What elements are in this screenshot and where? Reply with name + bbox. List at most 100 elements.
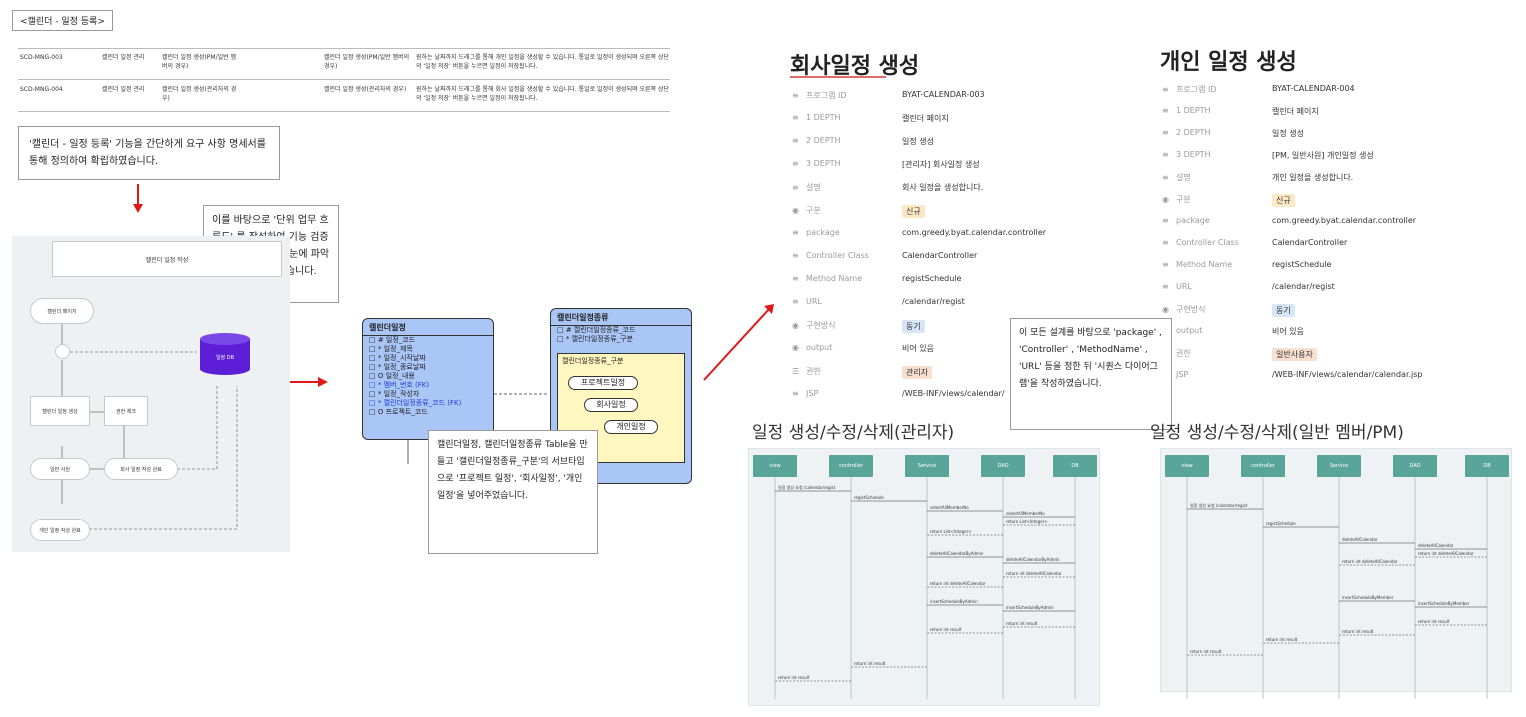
lifeline-head: DAO bbox=[1393, 455, 1437, 477]
property-key: ≡ URL bbox=[1162, 282, 1192, 291]
property-value: 동기 bbox=[1272, 304, 1295, 317]
entity-calendar-schedule: 캘린더일정 □ # 일정_코드 □ * 일정_제목 □ * 일정_시작날짜 □ * 일… bbox=[362, 318, 494, 440]
entity-field: □ * 일정_시작날짜 bbox=[369, 354, 426, 362]
property-value: 비어 있음 bbox=[902, 344, 934, 353]
table-row: SCD-MNG-004 캘린더 일정 관리 캘린더 일정 생성(관리자의 경우)… bbox=[18, 80, 670, 112]
property-value: 일정 생성 bbox=[902, 137, 934, 146]
property-key: ≡ 설명 bbox=[792, 183, 821, 192]
property-key: ≡ package bbox=[1162, 216, 1210, 225]
seq-message: return int result bbox=[1266, 637, 1298, 642]
property-value: BYAT-CALENDAR-004 bbox=[1272, 84, 1355, 93]
entity-title: 캘린더일정 bbox=[363, 319, 493, 336]
property-key: ◉ 구분 bbox=[1162, 195, 1191, 204]
seq-left-diagram: view controller Service DAO DB 일정 생성 요청 /cale… bbox=[748, 448, 1100, 706]
note-requirements: '캘린더 - 일정 등록' 기능을 간단하게 요구 사항 명세서를 통해 정의하… bbox=[18, 126, 280, 180]
property-icon: ≡ bbox=[792, 274, 799, 283]
property-value: com.greedy.byat.calendar.controller bbox=[1272, 216, 1417, 225]
req-id: SCD-MNG-004 bbox=[20, 86, 63, 93]
property-value: 일정 생성 bbox=[1272, 129, 1304, 138]
table-row: SCD-MNG-003 캘린더 일정 관리 캘린더 일정 생성(PM/일반 멤버… bbox=[18, 48, 670, 80]
property-icon: ◉ bbox=[1162, 195, 1169, 204]
property-value: registSchedule bbox=[1272, 260, 1332, 269]
database-label: 일정 DB bbox=[215, 355, 235, 361]
seq-message: 일정 생성 요청 /calendar/regist bbox=[778, 485, 836, 490]
lifeline-head: controller bbox=[829, 455, 873, 477]
lifeline-head: controller bbox=[1241, 455, 1285, 477]
page-root: <캘린더 - 일정 등록> SCD-MNG-003 캘린더 일정 관리 캘린더 … bbox=[0, 0, 1526, 717]
note-sequence: 이 모든 설계를 바탕으로 'package' , 'Controller' ,… bbox=[1010, 318, 1172, 430]
property-icon: ≡ bbox=[792, 136, 799, 145]
seq-message: deleteAllCalendarByAdmin bbox=[1006, 557, 1060, 562]
property-icon: ◉ bbox=[792, 343, 799, 352]
seq-message: insertScheduleByAdmin bbox=[930, 599, 978, 604]
property-icon: ≡ bbox=[1162, 238, 1169, 247]
lifeline-head: view bbox=[753, 455, 797, 477]
lifeline-head: Service bbox=[905, 455, 949, 477]
property-value: [PM, 일반사원] 개인일정 생성 bbox=[1272, 151, 1374, 160]
property-icon: ≡ bbox=[792, 159, 799, 168]
entity-field: □ # 캘린더일정종류_코드 bbox=[557, 326, 636, 334]
entity-field: □ * 일정_제목 bbox=[369, 345, 413, 353]
property-value: [관리자] 회사일정 생성 bbox=[902, 160, 980, 169]
property-key: ≡ 프로그램 ID bbox=[1162, 85, 1217, 94]
property-icon: ≡ bbox=[792, 297, 799, 306]
property-key: ≡ 1 DEPTH bbox=[1162, 106, 1211, 115]
property-value: registSchedule bbox=[902, 274, 962, 283]
seq-message: deleteAllCalendarByAdmin bbox=[930, 551, 984, 556]
flow-node-personal-done: 개인 일정 작성 완료 bbox=[30, 519, 90, 541]
entity-field: □ * 캘린더일정종류_코드 (FK) bbox=[369, 399, 462, 407]
property-value: CalendarController bbox=[1272, 238, 1348, 247]
property-value: BYAT-CALENDAR-003 bbox=[902, 90, 985, 99]
flow-node-company-done: 회사 일정 작성 완료 bbox=[104, 458, 178, 480]
seq-message: registSchedule bbox=[1266, 521, 1296, 526]
property-value: /calendar/regist bbox=[1272, 282, 1335, 291]
lifeline-head: DAO bbox=[981, 455, 1025, 477]
property-key: ≡ 2 DEPTH bbox=[1162, 128, 1211, 137]
property-icon: ≡ bbox=[1162, 150, 1169, 159]
property-key: ≡ 설명 bbox=[1162, 173, 1191, 182]
req-func: 캘린더 일정 생성(PM/일반 멤버의 경우) bbox=[324, 54, 410, 70]
subtype-company: 회사일정 bbox=[584, 398, 638, 412]
subtype-personal: 개인일정 bbox=[604, 420, 658, 434]
lifeline-head: view bbox=[1165, 455, 1209, 477]
req-desc: 원하는 날짜까지 드래그를 통해 개인 일정을 생성할 수 있습니다. 통일로 … bbox=[416, 54, 670, 70]
req-desc: 원하는 날짜까지 드래그를 통해 회사 일정을 생성할 수 있습니다. 통일로 … bbox=[416, 86, 670, 102]
property-value: 일반사용자 bbox=[1272, 348, 1317, 361]
property-value: 신규 bbox=[1272, 194, 1295, 207]
subtype-title: 캘린더일정종류_구분 bbox=[562, 357, 624, 365]
flow-node-employee: 일반 사원 bbox=[30, 458, 90, 480]
property-key: ◉ 구분 bbox=[792, 206, 821, 215]
seq-message: return int deleteAllCalendar bbox=[1006, 571, 1062, 576]
property-icon: ◉ bbox=[792, 206, 799, 215]
seq-message: insertScheduleByMember bbox=[1418, 601, 1470, 606]
property-value: 관리자 bbox=[902, 366, 933, 379]
entity-field: □ * 멤버_번호 (FK) bbox=[369, 381, 430, 389]
seq-message: registSchedule bbox=[854, 495, 884, 500]
property-value: 신규 bbox=[902, 205, 925, 218]
property-value: 동기 bbox=[902, 320, 925, 333]
seq-message: return int deleteAllCalendar bbox=[1418, 551, 1474, 556]
property-icon: ≡ bbox=[1162, 260, 1169, 269]
lifeline-head: Service bbox=[1317, 455, 1361, 477]
seq-message: return int result bbox=[930, 627, 962, 632]
lifeline-head: DB bbox=[1465, 455, 1509, 477]
property-key: ≡ Controller Class bbox=[1162, 238, 1239, 247]
seq-right-diagram: view controller Service DAO DB 일정 생성 요청 /cale… bbox=[1160, 448, 1512, 699]
property-icon: ◉ bbox=[792, 321, 799, 330]
property-key: ≡ 1 DEPTH bbox=[792, 113, 841, 122]
property-value: 캘린더 페이지 bbox=[902, 114, 949, 123]
arrow-right-icon bbox=[290, 377, 328, 387]
property-value: /WEB-INF/views/calendar/ bbox=[902, 389, 1005, 398]
seq-message: selectAllMemberNo bbox=[1006, 511, 1045, 516]
seq-lines bbox=[1186, 475, 1488, 699]
property-key: ≡ 3 DEPTH bbox=[792, 159, 841, 168]
property-key: ≡ Method Name bbox=[1162, 260, 1233, 269]
lifeline-head: DB bbox=[1053, 455, 1097, 477]
property-value: 회사 일정을 생성합니다. bbox=[902, 183, 984, 192]
property-value: /WEB-INF/views/calendar/calendar.jsp bbox=[1272, 370, 1423, 379]
property-value: 개인 일정을 생성합니다. bbox=[1272, 173, 1354, 182]
seq-message: return int result bbox=[1190, 649, 1222, 654]
entity-field: □ * 캘린더일정종류_구분 bbox=[557, 335, 634, 343]
property-value: /calendar/regist bbox=[902, 297, 965, 306]
seq-message: 일정 생성 요청 /calendar/regist bbox=[1190, 503, 1248, 508]
